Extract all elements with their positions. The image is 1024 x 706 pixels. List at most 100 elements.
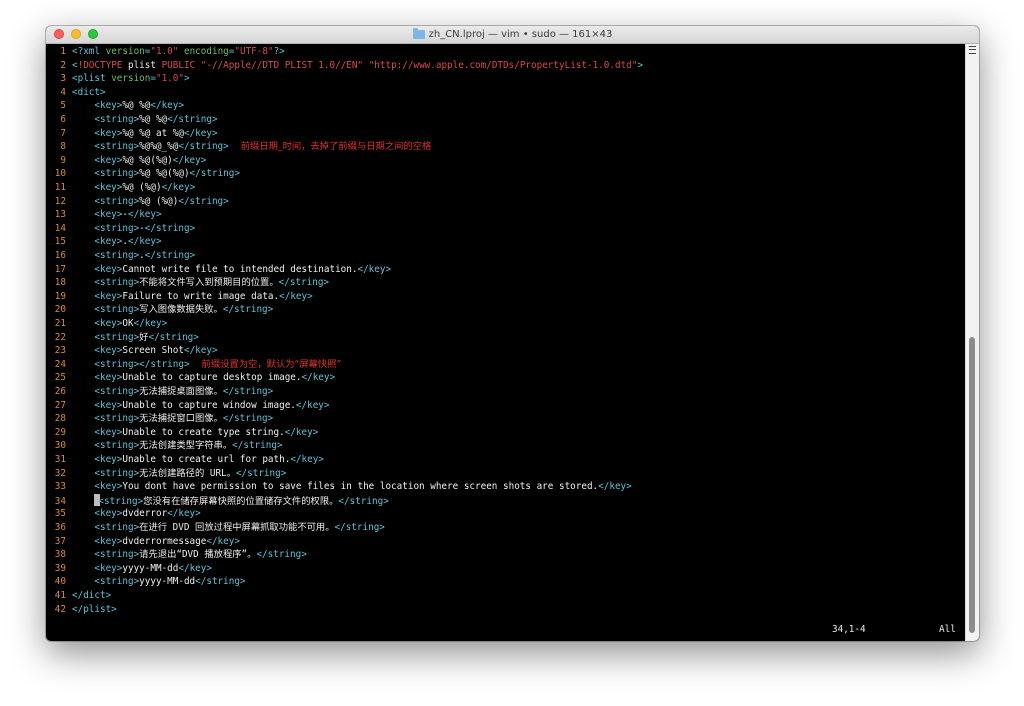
- scrollbar-thumb[interactable]: [969, 337, 975, 633]
- code-token: <key>: [94, 372, 123, 384]
- code-token: version: [105, 73, 151, 85]
- code-text: <key>Unable to create url for path.</key…: [72, 454, 324, 465]
- code-token: </key>: [301, 372, 336, 384]
- code-text: <string>无法创建类型字符串。</string>: [72, 440, 282, 451]
- code-line[interactable]: 42 </plist>: [46, 603, 117, 617]
- code-line[interactable]: 16 <string>.</string>: [46, 249, 195, 263]
- code-token: </key>: [167, 508, 201, 520]
- code-line[interactable]: 19 <key>Failure to write image data.</ke…: [46, 290, 313, 304]
- code-token: Unable to create type string.: [122, 426, 285, 438]
- code-token: <key>: [94, 399, 123, 411]
- code-line[interactable]: 35 <key>dvderror</key>: [46, 507, 201, 521]
- code-line[interactable]: 1 <?xml version="1.0" encoding="UTF-8"?>: [46, 45, 285, 59]
- code-line[interactable]: 21 <key>OK</key>: [46, 317, 167, 331]
- code-line[interactable]: 7 <key>%@ %@ at %@</key>: [46, 127, 217, 141]
- code-text: <key>yyyy-MM-dd</key>: [72, 563, 212, 574]
- code-text: <plist version="1.0">: [72, 73, 190, 84]
- code-line[interactable]: 10 <string>%@ %@(%@)</string>: [46, 167, 240, 181]
- code-line[interactable]: 17 <key>Cannot write file to intended de…: [46, 263, 391, 277]
- code-token: </string>: [144, 250, 196, 261]
- code-token: ?>: [273, 46, 285, 57]
- code-line[interactable]: 11 <key>%@ (%@)</key>: [46, 181, 195, 195]
- code-token: <string>: [98, 495, 144, 507]
- code-line[interactable]: 12 <string>%@ (%@)</string>: [46, 195, 229, 209]
- code-line[interactable]: 20 <string>写入图像数据失败。</string>: [46, 303, 273, 317]
- line-number: 38: [54, 549, 66, 561]
- code-line[interactable]: 4 <dict>: [46, 86, 106, 100]
- scroll-menu-icon[interactable]: [969, 46, 976, 54]
- line-number: 12: [54, 195, 66, 207]
- code-token: %@ %@(%@): [139, 168, 190, 180]
- code-text: <key>dvderror</key>: [72, 508, 201, 520]
- code-line[interactable]: 37 <key>dvderrormessage</key>: [46, 535, 240, 549]
- code-line[interactable]: 41 </dict>: [46, 589, 111, 603]
- code-text: <string>-</string>: [72, 223, 195, 234]
- title-bar[interactable]: zh_CN.lproj — vim • sudo — 161×43: [46, 26, 979, 44]
- code-token: dvderror: [122, 508, 168, 520]
- code-line[interactable]: 36 <string>在进行 DVD 回放过程中屏幕抓取功能不可用。</stri…: [46, 521, 385, 535]
- code-text: </dict>: [72, 590, 111, 601]
- code-line[interactable]: 14 <string>-</string>: [46, 222, 195, 236]
- code-line[interactable]: 5 <key>%@ %@</key>: [46, 99, 184, 113]
- line-number: 29: [54, 426, 66, 438]
- code-line[interactable]: 24 <string></string> 前缀设置为空，默认为“屏幕快照”: [46, 358, 342, 372]
- code-text: <key>dvderrormessage</key>: [72, 536, 240, 547]
- code-token: <string>: [94, 331, 140, 343]
- code-line[interactable]: 15 <key>.</key>: [46, 235, 162, 249]
- code-line[interactable]: 34 <string>您没有在储存屏幕快照的位置储存文件的权限。</string…: [46, 493, 389, 508]
- code-token: </key>: [178, 562, 212, 574]
- code-text: <string>无法创建路径的 URL。</string>: [72, 468, 286, 479]
- vim-editor[interactable]: 1 <?xml version="1.0" encoding="UTF-8"?> 2…: [46, 44, 966, 641]
- line-number: 7: [60, 127, 66, 139]
- code-text: <string>无法捕捉窗口图像。</string>: [72, 413, 273, 424]
- code-text: <!DOCTYPE plist PUBLIC "-//Apple//DTD PL…: [72, 60, 643, 71]
- code-token: 在进行 DVD 回放过程中屏幕抓取功能不可用。: [139, 522, 335, 533]
- line-number: 30: [54, 440, 66, 452]
- code-token: </string>: [144, 222, 196, 234]
- code-line[interactable]: 6 <string>%@ %@</string>: [46, 113, 217, 127]
- code-line[interactable]: 3 <plist version="1.0">: [46, 72, 190, 86]
- code-line[interactable]: 2 <!DOCTYPE plist PUBLIC "-//Apple//DTD P…: [46, 59, 643, 73]
- code-line[interactable]: 30 <string>无法创建类型字符串。</string>: [46, 439, 283, 453]
- code-line[interactable]: 8 <string>%@%@_%@</string> 前缀日期_时间，去掉了前缀与…: [46, 140, 431, 154]
- code-line[interactable]: 40 <string>yyyy-MM-dd</string>: [46, 575, 246, 589]
- code-token: %@%@_%@: [139, 141, 179, 153]
- code-token: <key>: [94, 481, 123, 493]
- code-line[interactable]: 18 <string>不能将文件写入到预期目的位置。</string>: [46, 276, 329, 290]
- code-token: <key>: [94, 209, 123, 221]
- code-token: </key>: [128, 236, 162, 248]
- code-line[interactable]: 9 <key>%@ %@(%@)</key>: [46, 154, 206, 168]
- code-text: <dict>: [72, 87, 106, 98]
- code-line[interactable]: 32 <string>无法创建路径的 URL。</string>: [46, 467, 287, 481]
- scrollbar[interactable]: [965, 44, 979, 641]
- line-number: 14: [54, 222, 66, 234]
- line-number: 39: [54, 562, 66, 574]
- code-line[interactable]: 28 <string>无法捕捉窗口图像。</string>: [46, 412, 273, 426]
- code-line[interactable]: 38 <string>请先退出“DVD 播放程序”。</string>: [46, 548, 307, 562]
- code-token: <string></string>: [94, 358, 190, 370]
- code-line[interactable]: 29 <key>Unable to create type string.</k…: [46, 426, 319, 440]
- line-number: 10: [54, 168, 66, 180]
- code-line[interactable]: 13 <key>-</key>: [46, 208, 162, 222]
- code-line[interactable]: 39 <key>yyyy-MM-dd</key>: [46, 562, 212, 576]
- code-line[interactable]: 23 <key>Screen Shot</key>: [46, 344, 218, 358]
- code-line[interactable]: 33 <key>You dont have permission to save…: [46, 480, 632, 494]
- code-line[interactable]: 22 <string>好</string>: [46, 331, 199, 345]
- code-line[interactable]: 26 <string>无法捕捉桌面图像。</string>: [46, 385, 273, 399]
- code-line[interactable]: 31 <key>Unable to create url for path.</…: [46, 453, 324, 467]
- code-line[interactable]: 27 <key>Unable to capture window image.<…: [46, 399, 330, 413]
- code-text: <string>.</string>: [72, 250, 195, 261]
- code-line[interactable]: 25 <key>Unable to capture desktop image.…: [46, 371, 335, 385]
- line-number: 17: [54, 263, 66, 275]
- code-text: <key>%@ %@(%@)</key>: [72, 155, 206, 166]
